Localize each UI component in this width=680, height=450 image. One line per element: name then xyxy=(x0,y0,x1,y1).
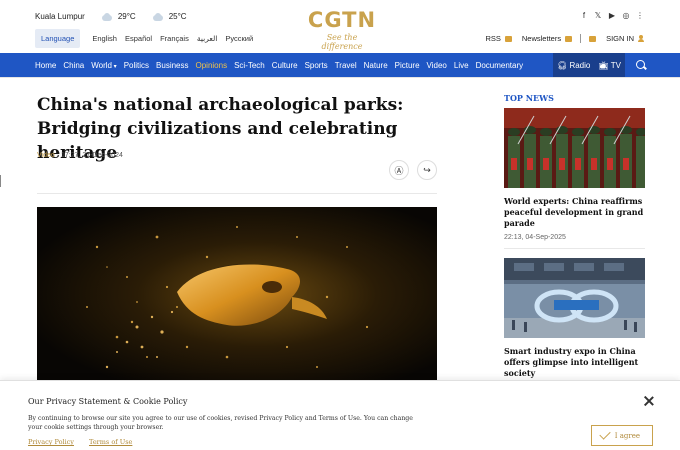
language-button[interactable]: Language xyxy=(35,29,81,48)
gold-mask-artwork xyxy=(37,207,437,382)
user-icon[interactable] xyxy=(638,35,644,42)
cookie-title: Our Privacy Statement & Cookie Policy xyxy=(28,397,188,406)
agree-button[interactable]: I agree xyxy=(591,425,653,446)
social-links: f 𝕏 ▶ ◎ ⋮ xyxy=(580,11,644,20)
nav-item-live[interactable]: Live xyxy=(454,61,469,70)
terms-of-use-link[interactable]: Terms of Use xyxy=(89,438,132,446)
nav-item-opinions[interactable]: Opinions xyxy=(196,61,228,70)
nav-item-world[interactable]: World xyxy=(91,61,116,70)
top-bar: Kuala Lumpur 29°C 25°C Language English … xyxy=(0,0,680,53)
language-bar: Language English Español Français العربي… xyxy=(35,29,261,48)
headphones-icon: 🎧︎ xyxy=(557,60,568,70)
nav-item-documentary[interactable]: Documentary xyxy=(476,61,524,70)
article-actions: Ⓐ ↪ xyxy=(389,160,437,180)
rss-link[interactable]: RSS xyxy=(485,34,500,43)
youtube-icon[interactable]: ▶ xyxy=(608,11,616,20)
instagram-icon[interactable]: ◎ xyxy=(622,11,630,20)
nav-item-sci-tech[interactable]: Sci-Tech xyxy=(234,61,265,70)
nav-item-sports[interactable]: Sports xyxy=(305,61,328,70)
accessibility-button[interactable]: Ⓐ xyxy=(389,160,409,180)
radio-link[interactable]: 🎧︎ Radio xyxy=(557,61,590,70)
sign-in-link[interactable]: SIGN IN xyxy=(606,34,634,43)
nav-item-culture[interactable]: Culture xyxy=(272,61,298,70)
news-title-expo[interactable]: Smart industry expo in China offers glim… xyxy=(504,346,644,379)
account-divider xyxy=(580,34,582,43)
nav-item-home[interactable]: Home xyxy=(35,61,56,70)
logo-wordmark: CGTN xyxy=(307,8,377,32)
sidebar-divider xyxy=(504,248,645,249)
cookie-banner: Our Privacy Statement & Cookie Policy By… xyxy=(0,380,680,450)
article-meta: Video · 17:27, 27-Dec-2024 xyxy=(37,152,123,159)
expo-image xyxy=(504,258,645,338)
share-icon: ↪ xyxy=(423,164,431,175)
language-english[interactable]: English xyxy=(92,34,117,43)
facebook-icon[interactable]: f xyxy=(580,11,588,20)
nav-item-business[interactable]: Business xyxy=(156,61,188,70)
main-nav: Home China World Politics Business Opini… xyxy=(0,53,680,77)
cookie-text: By continuing to browse our site you agr… xyxy=(28,415,413,431)
tv-label: TV xyxy=(610,60,621,70)
news-title-parade[interactable]: World experts: China reaffirms peaceful … xyxy=(504,196,644,229)
top-news-heading: TOP NEWS xyxy=(504,93,554,103)
nav-item-politics[interactable]: Politics xyxy=(124,61,149,70)
nav-bottom-divider xyxy=(0,77,680,78)
logo-tagline: See the difference xyxy=(321,33,363,51)
check-icon xyxy=(599,428,611,440)
account-links: RSS Newsletters SIGN IN xyxy=(485,34,644,43)
nav-item-video[interactable]: Video xyxy=(427,61,447,70)
nav-item-picture[interactable]: Picture xyxy=(395,61,420,70)
newsletter-icon xyxy=(565,35,573,42)
article-divider xyxy=(37,193,437,194)
tv-link[interactable]: 📺︎ TV xyxy=(598,61,620,70)
article-category[interactable]: Video xyxy=(37,152,55,159)
app-icon[interactable] xyxy=(589,35,597,42)
language-russian[interactable]: Русский xyxy=(225,34,253,43)
newsletters-link[interactable]: Newsletters xyxy=(522,34,561,43)
agree-label: I agree xyxy=(614,431,640,440)
x-icon[interactable]: 𝕏 xyxy=(594,11,602,20)
more-icon[interactable]: ⋮ xyxy=(636,11,644,20)
language-arabic[interactable]: العربية xyxy=(197,34,218,43)
nav-list: Home China World Politics Business Opini… xyxy=(35,53,530,77)
cloud-icon xyxy=(152,12,164,21)
news-thumbnail-expo[interactable] xyxy=(504,258,645,338)
nav-item-nature[interactable]: Nature xyxy=(364,61,388,70)
weather-temp-now: 29°C xyxy=(117,12,136,21)
cloud-icon xyxy=(101,12,113,21)
weather-temp-later: 25°C xyxy=(168,12,187,21)
tv-icon: 📺︎ xyxy=(598,60,609,70)
news-thumbnail-parade[interactable] xyxy=(504,108,645,188)
language-french[interactable]: Français xyxy=(160,34,189,43)
radio-label: Radio xyxy=(569,60,591,70)
close-icon[interactable] xyxy=(643,395,655,407)
parade-image xyxy=(504,108,645,188)
weather-city: Kuala Lumpur xyxy=(35,12,85,21)
audio-icon: Ⓐ xyxy=(394,165,404,176)
news-time-parade: 22:13, 04-Sep-2025 xyxy=(504,234,566,241)
cookie-links: Privacy Policy Terms of Use xyxy=(28,438,132,446)
search-icon[interactable] xyxy=(636,60,645,69)
rss-icon xyxy=(504,35,512,42)
article-timestamp: 17:27, 27-Dec-2024 xyxy=(61,152,123,159)
page-edge-mark xyxy=(0,175,1,187)
privacy-policy-link[interactable]: Privacy Policy xyxy=(28,438,74,446)
nav-item-china[interactable]: China xyxy=(63,61,84,70)
language-spanish[interactable]: Español xyxy=(125,34,152,43)
weather-widget: Kuala Lumpur 29°C 25°C xyxy=(35,12,187,21)
article-hero-image[interactable] xyxy=(37,207,437,382)
share-button[interactable]: ↪ xyxy=(417,160,437,180)
cgtn-logo[interactable]: CGTN See the difference xyxy=(306,9,378,51)
nav-item-travel[interactable]: Travel xyxy=(335,61,357,70)
media-switcher: 🎧︎ Radio 📺︎ TV xyxy=(553,53,625,77)
